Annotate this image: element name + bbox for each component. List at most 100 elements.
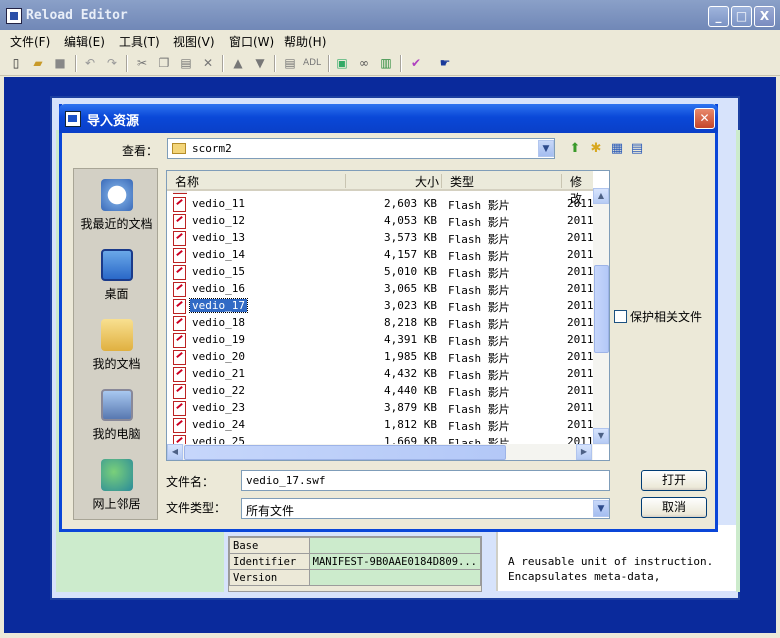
scroll-thumb[interactable]	[594, 265, 609, 353]
new-folder-icon[interactable]: ✱	[587, 141, 605, 157]
cut-icon[interactable]: ✂	[134, 55, 150, 71]
horizontal-scrollbar[interactable]: ◀ ▶	[167, 444, 593, 460]
file-row-selected[interactable]: vedio_17 3,023 KB Flash 影片 2011	[167, 298, 594, 315]
scroll-right-icon[interactable]: ▶	[576, 444, 592, 460]
flash-file-icon	[173, 231, 186, 246]
maximize-button[interactable]: □	[731, 6, 752, 27]
my-documents-icon	[100, 319, 133, 351]
places-bar: 我最近的文档 桌面 我的文档 我的电脑 网上邻居	[73, 168, 158, 520]
checkbox-box[interactable]	[614, 310, 627, 323]
file-row[interactable]: vedio_21 4,432 KB Flash 影片 2011	[167, 366, 594, 383]
close-button[interactable]: X	[754, 6, 775, 27]
preview-icon[interactable]: ▣	[334, 55, 350, 71]
file-row[interactable]: vedio_25 1,669 KB Flash 影片 2011	[167, 434, 593, 444]
validate-icon[interactable]: ✔	[408, 55, 424, 71]
move-up-icon[interactable]: ▲	[230, 55, 246, 71]
flash-file-icon	[173, 299, 186, 314]
chevron-down-icon[interactable]: ▼	[538, 140, 554, 157]
flash-file-icon	[173, 248, 186, 263]
file-row[interactable]: vedio_13 3,573 KB Flash 影片 2011	[167, 230, 594, 247]
description-panel: A reusable unit of instruction. Encapsul…	[496, 525, 736, 591]
scroll-down-icon[interactable]: ▼	[593, 428, 609, 444]
find-icon[interactable]: ∞	[356, 55, 372, 71]
flash-file-icon	[173, 401, 186, 416]
flash-file-icon	[173, 197, 186, 212]
file-row[interactable]: vedio_22 4,440 KB Flash 影片 2011	[167, 383, 594, 400]
place-recent[interactable]: 我最近的文档	[74, 179, 159, 232]
desktop-icon	[100, 249, 133, 281]
menu-view[interactable]: 视图(V)	[173, 33, 215, 50]
open-button[interactable]: 打开	[641, 470, 707, 491]
file-row[interactable]: vedio_14 4,157 KB Flash 影片 2011	[167, 247, 594, 264]
menu-file[interactable]: 文件(F)	[10, 33, 50, 50]
filetype-dropdown[interactable]: 所有文件 ▼	[241, 498, 610, 519]
menu-tools[interactable]: 工具(T)	[119, 33, 160, 50]
look-in-dropdown[interactable]: scorm2 ▼	[167, 138, 555, 159]
file-row[interactable]: vedio_20 1,985 KB Flash 影片 2011	[167, 349, 594, 366]
menu-window[interactable]: 窗口(W)	[229, 33, 274, 50]
description-line: Encapsulates meta-data,	[508, 570, 661, 583]
flash-file-icon	[173, 367, 186, 382]
property-value[interactable]	[308, 537, 482, 554]
vertical-scrollbar[interactable]: ▲ ▼	[593, 188, 609, 445]
file-row[interactable]: vedio_11 2,603 KB Flash 影片 2011	[167, 196, 594, 213]
file-row[interactable]: vedio_19 4,391 KB Flash 影片 2011	[167, 332, 594, 349]
place-my-documents[interactable]: 我的文档	[74, 319, 159, 372]
flash-file-icon	[173, 316, 186, 331]
open-icon[interactable]: ▰	[30, 55, 46, 71]
scroll-left-icon[interactable]: ◀	[167, 444, 183, 460]
flash-file-icon	[173, 333, 186, 348]
book-icon[interactable]: ▥	[378, 55, 394, 71]
scroll-up-icon[interactable]: ▲	[593, 188, 609, 204]
flash-file-icon	[173, 418, 186, 433]
property-key: Base	[229, 537, 310, 554]
hand-icon[interactable]: ☛	[430, 55, 460, 71]
file-row[interactable]: vedio_24 1,812 KB Flash 影片 2011	[167, 417, 594, 434]
file-row[interactable]: vedio_16 3,065 KB Flash 影片 2011	[167, 281, 594, 298]
file-row[interactable]: vedio_15 5,010 KB Flash 影片 2011	[167, 264, 594, 281]
filename-label: 文件名：	[166, 475, 215, 489]
column-type[interactable]: 类型	[450, 173, 474, 190]
menu-help[interactable]: 帮助(H)	[284, 33, 326, 50]
column-name[interactable]: 名称	[175, 173, 199, 190]
protect-files-checkbox[interactable]: 保护相关文件	[614, 308, 702, 325]
adl-icon[interactable]: ADL	[302, 55, 322, 71]
place-desktop[interactable]: 桌面	[74, 249, 159, 302]
file-row[interactable]: vedio_12 4,053 KB Flash 影片 2011	[167, 213, 594, 230]
dialog-title-bar: 导入资源	[59, 104, 718, 133]
description-line: A reusable unit of instruction.	[508, 555, 714, 568]
file-row[interactable]: vedio_23 3,879 KB Flash 影片 2011	[167, 400, 594, 417]
flash-file-icon	[173, 435, 186, 444]
look-in-value: scorm2	[192, 142, 232, 155]
redo-icon[interactable]: ↷	[104, 55, 120, 71]
up-folder-icon[interactable]: ⬆	[566, 141, 584, 157]
file-row[interactable]: vedio_18 8,218 KB Flash 影片 2011	[167, 315, 594, 332]
copy-icon[interactable]: ❐	[156, 55, 172, 71]
toolbar: ▯ ▰ ■ ↶ ↷ ✂ ❐ ▤ ✕ ▲ ▼ ▤ ADL ▣ ∞ ▥ ✔ ☛	[0, 51, 780, 76]
paste-icon[interactable]: ▤	[178, 55, 194, 71]
menu-edit[interactable]: 编辑(E)	[64, 33, 105, 50]
list-icon[interactable]: ▤	[282, 55, 298, 71]
table-row: Base	[229, 537, 482, 554]
scroll-thumb[interactable]	[184, 445, 506, 460]
cancel-button[interactable]: 取消	[641, 497, 707, 518]
place-network[interactable]: 网上邻居	[74, 459, 159, 512]
flash-file-icon	[173, 350, 186, 365]
property-key: Identifier	[229, 553, 310, 570]
move-down-icon[interactable]: ▼	[252, 55, 268, 71]
undo-icon[interactable]: ↶	[82, 55, 98, 71]
details-view-icon[interactable]: ▤	[628, 141, 646, 157]
new-icon[interactable]: ▯	[8, 55, 24, 71]
place-my-computer[interactable]: 我的电脑	[74, 389, 159, 442]
delete-icon[interactable]: ✕	[200, 55, 216, 71]
save-icon[interactable]: ■	[52, 55, 68, 71]
dialog-close-button[interactable]: ✕	[694, 108, 715, 129]
filename-input[interactable]: vedio_17.swf	[241, 470, 610, 491]
property-value[interactable]: MANIFEST-9B0AAE0184D809...	[308, 553, 482, 570]
minimize-button[interactable]: _	[708, 6, 729, 27]
flash-file-icon	[173, 282, 186, 297]
chevron-down-icon[interactable]: ▼	[593, 500, 609, 517]
property-value[interactable]	[308, 569, 482, 586]
view-menu-icon[interactable]: ▦	[608, 141, 626, 157]
column-size[interactable]: 大小	[415, 173, 439, 190]
